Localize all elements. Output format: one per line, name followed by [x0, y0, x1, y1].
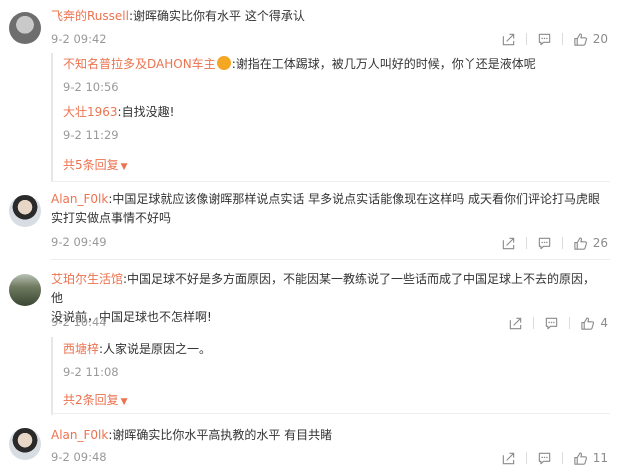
share-icon	[501, 32, 516, 47]
username-link[interactable]: 飞奔的Russell	[51, 9, 129, 23]
comment-icon	[537, 236, 552, 251]
like-button[interactable]: 4	[580, 316, 608, 331]
like-button[interactable]: 11	[573, 451, 608, 466]
caret-down-icon: ▼	[120, 397, 128, 407]
reply-text: :自找没趣!	[117, 105, 175, 119]
comment-time: 9-2 09:42	[51, 32, 107, 46]
reply-item: 不知名普拉多及DAHON车主 :谢指在工体踢球，被几万人叫好的时候，你丫还是液体呢…	[63, 55, 603, 94]
comment-time: 9-2 10:44	[51, 315, 107, 329]
comment-text: Alan_F0lk:中国足球就应该像谢晖那样说点实话 早多说点实话能像现在这样吗…	[51, 192, 601, 225]
divider	[51, 259, 610, 260]
reply-time: 9-2 11:29	[63, 128, 119, 142]
username-link[interactable]: Alan_F0lk	[51, 192, 108, 206]
reply-item: 西塘梓:人家说是原因之一。 9-2 11:08	[63, 340, 603, 379]
thumbs-up-icon	[573, 236, 588, 251]
share-icon	[501, 451, 516, 466]
comment-button[interactable]	[537, 32, 552, 47]
comment-text: 飞奔的Russell:谢晖确实比你有水平 这个得承认	[51, 9, 305, 23]
like-count: 20	[592, 32, 608, 46]
share-button[interactable]	[501, 451, 516, 466]
share-button[interactable]	[501, 236, 516, 251]
share-button[interactable]	[508, 316, 523, 331]
thumbs-up-icon	[573, 451, 588, 466]
comment-icon	[537, 32, 552, 47]
comment-time: 9-2 09:48	[51, 450, 107, 464]
reply-username-link[interactable]: 西塘梓	[63, 342, 99, 356]
comment-button[interactable]	[544, 316, 559, 331]
avatar[interactable]	[9, 12, 41, 44]
like-count: 26	[592, 236, 608, 250]
reply-text: :人家说是原因之一。	[99, 342, 212, 356]
emoji-icon	[216, 56, 231, 70]
more-replies-link[interactable]: 共2条回复 ▼	[63, 391, 128, 408]
comment-icon	[544, 316, 559, 331]
share-icon	[508, 316, 523, 331]
like-button[interactable]: 20	[573, 32, 608, 47]
comment-actions: 11	[501, 450, 608, 466]
thumbs-up-icon	[580, 316, 595, 331]
comment-icon	[537, 451, 552, 466]
share-icon	[501, 236, 516, 251]
reply-time: 9-2 11:08	[63, 365, 119, 379]
caret-down-icon: ▼	[120, 162, 128, 172]
reply-time: 9-2 10:56	[63, 80, 119, 94]
username-link[interactable]: Alan_F0lk	[51, 428, 108, 442]
avatar[interactable]	[9, 274, 41, 306]
like-button[interactable]: 26	[573, 236, 608, 251]
reply-username-link[interactable]: 不知名普拉多及DAHON车主	[63, 57, 216, 71]
share-button[interactable]	[501, 32, 516, 47]
thumbs-up-icon	[573, 32, 588, 47]
like-count: 11	[592, 451, 608, 465]
comment-actions: 4	[508, 315, 608, 331]
reply-text: :谢指在工体踢球，被几万人叫好的时候，你丫还是液体呢	[231, 57, 536, 71]
comment-time: 9-2 09:49	[51, 235, 107, 249]
comment-button[interactable]	[537, 451, 552, 466]
username-link[interactable]: 艾珀尔生活馆	[51, 272, 123, 286]
reply-item: 大壮1963:自找没趣! 9-2 11:29	[63, 103, 603, 142]
comment-text: Alan_F0lk:谢晖确实比你水平高执教的水平 有目共睹	[51, 428, 333, 442]
comment-actions: 20	[501, 31, 608, 47]
reply-username-link[interactable]: 大壮1963	[63, 105, 118, 119]
divider	[51, 413, 610, 414]
reply-list: 不知名普拉多及DAHON车主 :谢指在工体踢球，被几万人叫好的时候，你丫还是液体呢…	[51, 53, 611, 181]
comment-actions: 26	[501, 235, 608, 251]
divider	[51, 181, 610, 182]
comment-button[interactable]	[537, 236, 552, 251]
avatar[interactable]	[9, 428, 41, 460]
more-replies-link[interactable]: 共5条回复 ▼	[63, 156, 128, 173]
like-count: 4	[600, 316, 608, 330]
avatar[interactable]	[9, 195, 41, 227]
reply-list: 西塘梓:人家说是原因之一。 9-2 11:08 共2条回复 ▼	[51, 337, 611, 415]
